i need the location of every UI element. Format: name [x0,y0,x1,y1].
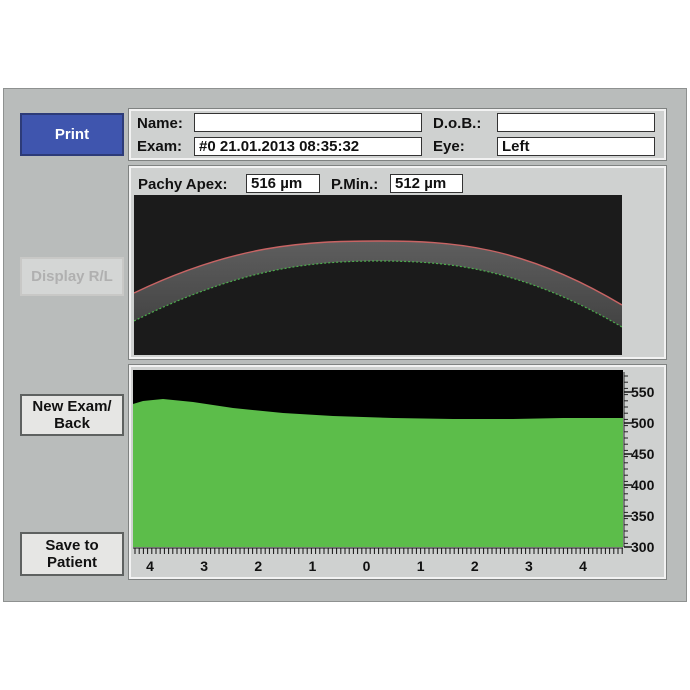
x-tick-label: 1 [417,558,425,574]
pmin-value: 512 µm [390,174,463,193]
x-tick-label: 4 [146,558,154,574]
pachy-apex-label: Pachy Apex: [138,176,228,193]
thickness-area [133,399,623,547]
dob-field[interactable] [497,113,655,132]
y-tick-label: 350 [631,508,655,524]
y-tick-label: 500 [631,415,655,431]
print-button[interactable]: Print [20,113,124,156]
cornea-scan-image [134,195,622,355]
x-tick-label: 2 [254,558,262,574]
print-button-label: Print [54,126,90,143]
eye-label: Eye: [433,138,465,155]
exam-field[interactable]: #0 21.01.2013 08:35:32 [194,137,422,156]
name-label: Name: [137,115,183,132]
display-rl-button[interactable]: Display R/L [20,257,124,296]
pachymetry-chart: 550 500 450 400 350 300 4 3 2 1 0 1 2 3 4 [133,370,655,574]
save-to-patient-button-label: Save to Patient [45,537,99,571]
name-field[interactable] [194,113,422,132]
pachy-apex-value: 516 µm [246,174,320,193]
new-exam-back-button[interactable]: New Exam/ Back [20,394,124,436]
y-tick-label: 450 [631,446,655,462]
exam-label: Exam: [137,138,183,155]
new-exam-back-button-label: New Exam/ Back [32,398,112,432]
y-tick-label: 300 [631,539,655,555]
eye-field[interactable]: Left [497,137,655,156]
x-tick-label: 4 [579,558,587,574]
display-rl-button-label: Display R/L [31,268,113,285]
save-to-patient-button[interactable]: Save to Patient [20,532,124,576]
x-tick-label: 3 [200,558,208,574]
dob-label: D.o.B.: [433,115,482,132]
y-axis: 550 500 450 400 350 300 [623,372,655,555]
x-tick-label: 3 [525,558,533,574]
x-axis: 4 3 2 1 0 1 2 3 4 [133,547,623,574]
pmin-label: P.Min.: [331,176,379,193]
y-tick-label: 400 [631,477,655,493]
x-tick-label: 0 [363,558,371,574]
x-tick-label: 1 [308,558,316,574]
x-tick-label: 2 [471,558,479,574]
y-tick-label: 550 [631,384,655,400]
